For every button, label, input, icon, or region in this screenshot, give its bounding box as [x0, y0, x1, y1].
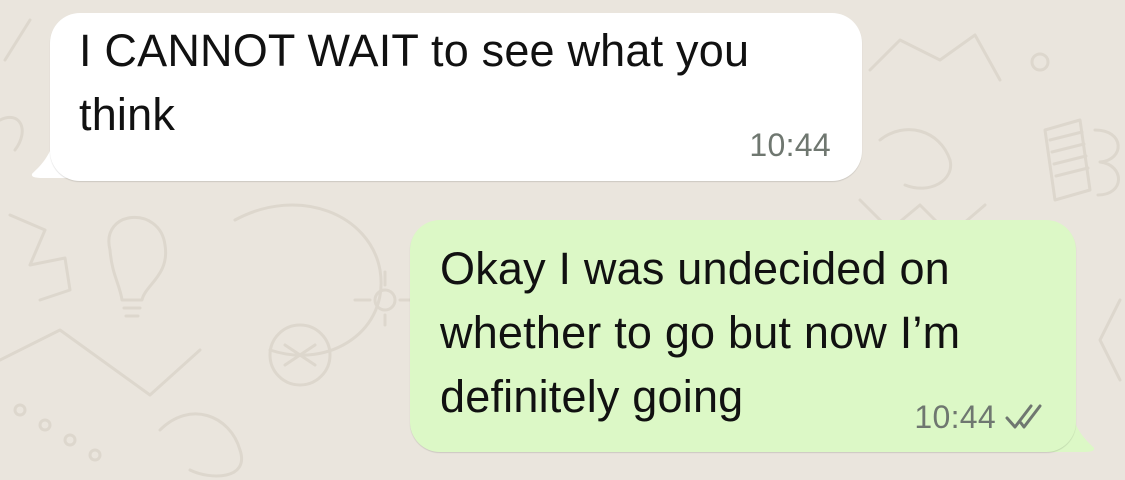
message-text: Okay I was undecided on whether to go bu… — [440, 243, 961, 422]
message-meta: 10:44 — [914, 399, 1048, 435]
message-meta: 10:44 — [749, 127, 831, 163]
message-timestamp: 10:44 — [749, 127, 831, 163]
message-row-outgoing: Okay I was undecided on whether to go bu… — [410, 220, 1076, 452]
message-text: I CANNOT WAIT to see what you think — [79, 25, 750, 140]
incoming-message-bubble[interactable]: I CANNOT WAIT to see what you think 10:4… — [50, 13, 862, 181]
message-row-incoming: I CANNOT WAIT to see what you think 10:4… — [50, 13, 862, 181]
lightbulb-doodle — [107, 216, 168, 302]
double-check-icon — [1005, 404, 1042, 429]
outgoing-message-bubble[interactable]: Okay I was undecided on whether to go bu… — [410, 220, 1076, 452]
message-timestamp: 10:44 — [914, 399, 996, 435]
